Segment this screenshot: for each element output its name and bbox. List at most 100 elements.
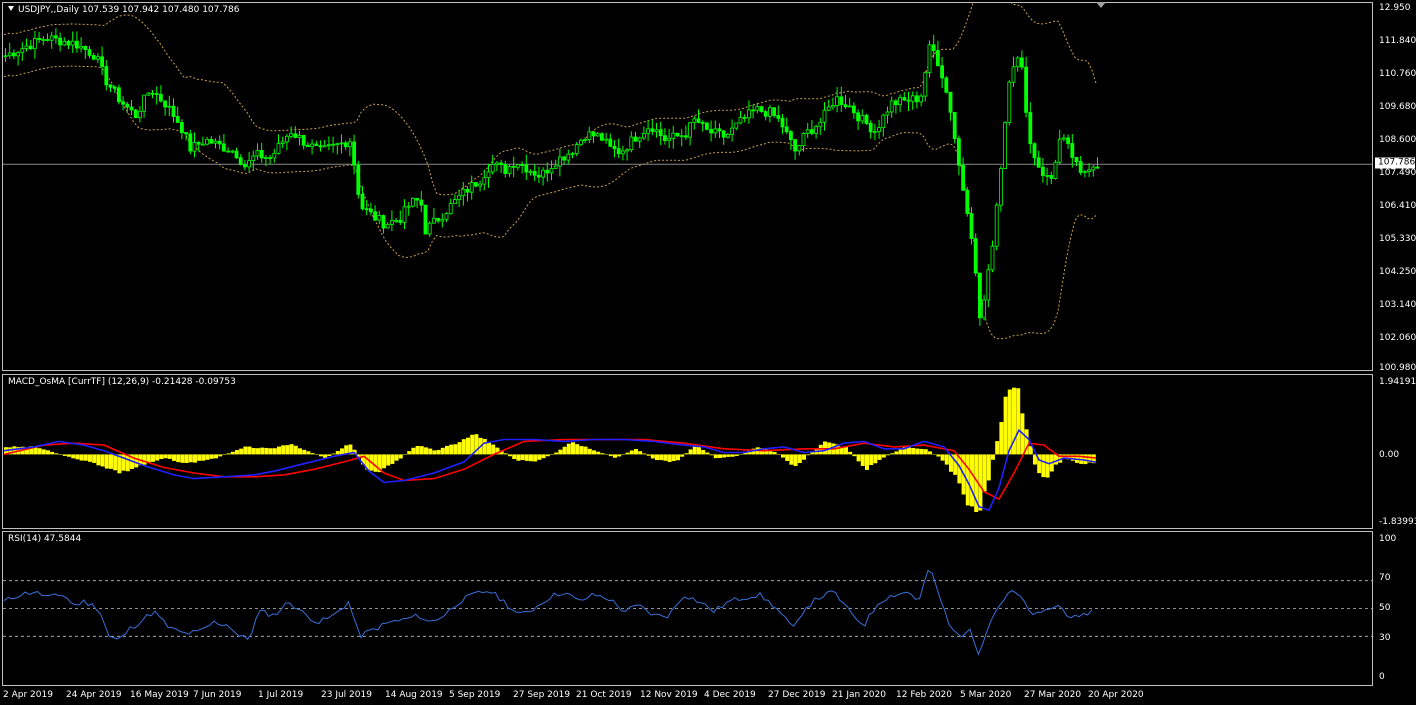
time-tick: 27 Mar 2020 [1024,690,1082,700]
candle [87,45,92,59]
candle [1032,142,1037,166]
candle [503,160,508,178]
price-pane[interactable]: USDJPY,,Daily 107.539 107.942 107.480 10… [2,2,1373,371]
candle [600,132,604,142]
candle [1057,129,1062,165]
osma-bar [424,447,428,455]
osma-bar [419,446,424,455]
candle [814,124,818,139]
osma-bar [508,454,512,457]
candle [419,190,424,213]
osma-bar [247,446,252,455]
osma-bar [911,447,916,455]
osma-bar [88,454,92,462]
osma-bar [205,454,210,460]
candle [684,125,688,140]
osma-bar [726,454,731,457]
candle [255,143,260,160]
candle [310,139,315,155]
osma-bar [600,453,605,455]
rsi-title: RSI(14) 47.5844 [8,534,82,544]
candle [747,100,751,124]
candle [226,147,231,153]
candle [335,142,340,155]
price-axis[interactable]: 12.950 111.840 110.760 109.680 108.600 1… [1375,0,1416,373]
osma-bar [629,450,634,455]
price-tick: 106.410 [1379,201,1416,211]
rsi-tick: 50 [1379,603,1391,613]
candle [818,117,823,136]
candle [986,264,991,308]
osma-bar [302,449,307,455]
osma-bar [516,454,521,461]
candle [730,119,734,142]
candle [54,28,58,44]
osma-bar [453,444,458,455]
candle [579,138,583,147]
osma-bar [159,454,164,460]
rsi-tick: 0 [1379,672,1385,682]
osma-bar [709,454,714,456]
candle [117,84,121,105]
candle [528,169,533,176]
osma-bar [340,448,344,455]
candle [259,142,264,163]
osma-bar [907,447,911,455]
candle [268,154,273,165]
candle [142,94,147,118]
osma-bar [386,454,391,466]
osma-bar [793,454,798,466]
osma-bar [50,451,55,455]
osma-bar [919,448,924,455]
time-axis[interactable]: 2 Apr 2019 24 Apr 2019 16 May 2019 7 Jun… [2,686,1373,705]
osma-bar [41,449,46,455]
osma-bar [697,446,701,455]
candle [915,91,919,109]
candle [146,92,151,97]
macd-pane[interactable]: MACD_OsMA [CurrTF] (12,26,9) -0.21428 -0… [2,374,1373,529]
chart-shift-triangle-down-icon[interactable] [1096,2,1106,8]
osma-bar [986,454,991,481]
osma-bar [713,454,718,459]
osma-bar [62,454,67,456]
macd-axis[interactable]: 1.94191 0.00 -1.83993 [1375,374,1416,529]
osma-bar [390,454,395,464]
osma-bar [579,446,584,455]
osma-bar [890,453,895,455]
triangle-down-icon[interactable] [8,6,14,11]
candle [784,117,789,134]
candle [906,91,911,111]
osma-bar [256,448,260,455]
osma-bar [58,454,63,455]
osma-bar [436,449,441,455]
candle [696,109,701,124]
osma-bar [214,454,218,459]
candle [755,102,760,114]
rsi-tick: 70 [1379,573,1391,583]
rsi-pane[interactable]: RSI(14) 47.5844 [2,531,1373,686]
price-title-text: USDJPY,,Daily 107.539 107.942 107.480 10… [18,5,240,15]
osma-bar [67,454,71,457]
candle [1011,56,1016,87]
osma-bar [218,454,223,457]
osma-bar [848,451,853,455]
osma-bar [671,454,676,462]
osma-bar [1003,396,1008,455]
rsi-axis[interactable]: 100 70 50 30 0 [1375,531,1416,686]
osma-bar [575,444,580,455]
candle [448,198,453,215]
candle [184,131,189,141]
candle [734,122,739,131]
candle [1028,102,1033,154]
candle [843,94,848,109]
time-tick: 21 Jan 2020 [832,690,886,700]
osma-bar [226,453,231,455]
candle [326,136,331,151]
candle [835,87,839,113]
osma-bar [915,448,920,455]
price-tick: 107.490 [1379,168,1416,178]
osma-bar [781,454,785,458]
candle [1087,163,1091,177]
candle [205,136,210,146]
time-tick: 2 Apr 2019 [3,690,53,700]
